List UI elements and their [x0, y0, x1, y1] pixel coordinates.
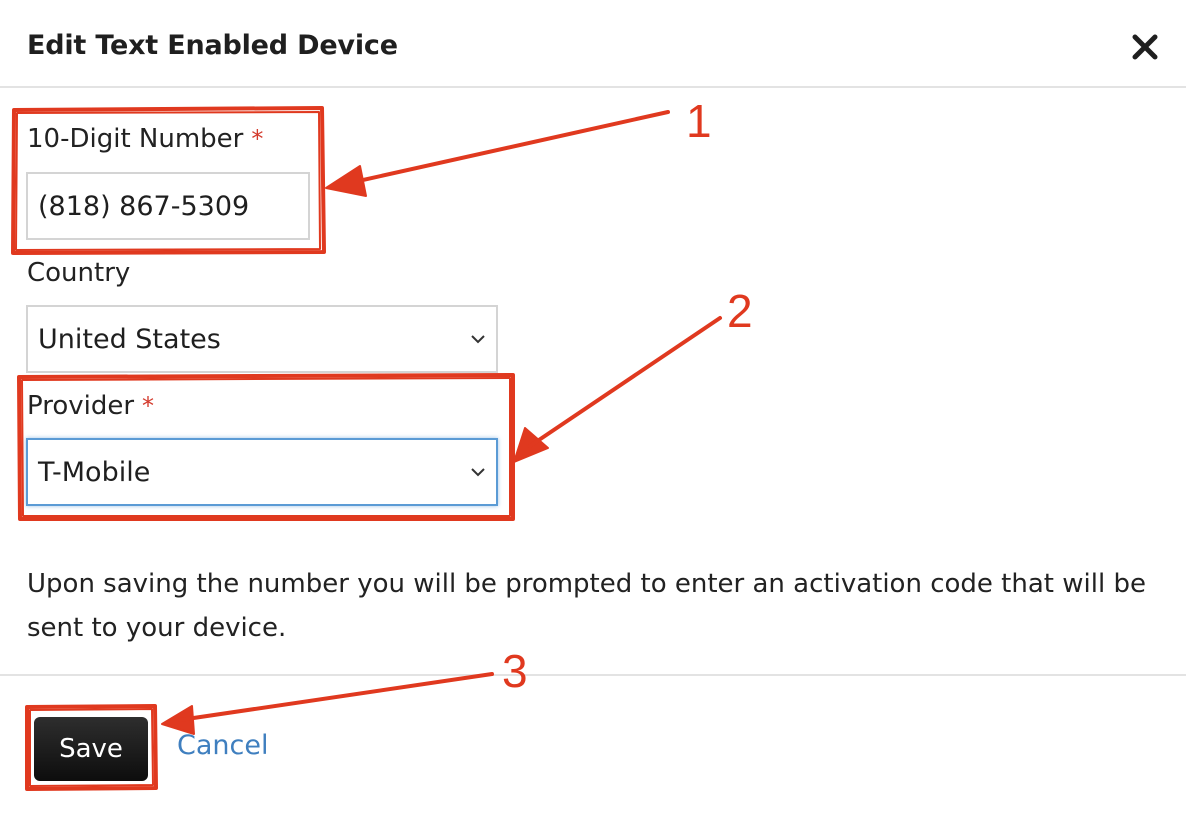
- cancel-link[interactable]: Cancel: [177, 730, 268, 761]
- number-input-value: (818) 867-5309: [38, 190, 250, 222]
- provider-label-text: Provider: [27, 391, 135, 421]
- provider-label: Provider *: [27, 391, 154, 421]
- country-select[interactable]: United States: [26, 305, 498, 373]
- annotation-overlay: [11, 106, 722, 791]
- close-icon[interactable]: [1128, 30, 1162, 64]
- annotation-step-1: 1: [686, 95, 712, 147]
- country-label: Country: [27, 258, 131, 288]
- dialog: Edit Text Enabled Device 10-Digit Number…: [0, 0, 1186, 814]
- activation-info-text: Upon saving the number you will be promp…: [27, 569, 1146, 643]
- dialog-title: Edit Text Enabled Device: [27, 30, 398, 61]
- chevron-down-icon: [471, 335, 485, 344]
- footer-divider: [0, 674, 1186, 676]
- required-mark: *: [142, 392, 155, 420]
- chevron-down-icon: [471, 468, 485, 477]
- annotation-step-3: 3: [502, 645, 528, 697]
- country-select-value: United States: [38, 323, 221, 355]
- save-button[interactable]: Save: [34, 717, 148, 781]
- required-mark: *: [251, 125, 264, 153]
- provider-select[interactable]: T-Mobile: [26, 438, 498, 506]
- annotation-arrow-1: [343, 110, 670, 186]
- annotation-arrow-2: [528, 316, 722, 448]
- annotation-arrow-3: [178, 672, 494, 722]
- dialog-header: Edit Text Enabled Device: [0, 0, 1186, 88]
- provider-select-value: T-Mobile: [38, 456, 151, 488]
- number-label-text: 10-Digit Number: [27, 124, 244, 154]
- number-label: 10-Digit Number *: [27, 124, 263, 154]
- annotation-step-2: 2: [727, 285, 753, 337]
- number-input[interactable]: (818) 867-5309: [26, 172, 310, 240]
